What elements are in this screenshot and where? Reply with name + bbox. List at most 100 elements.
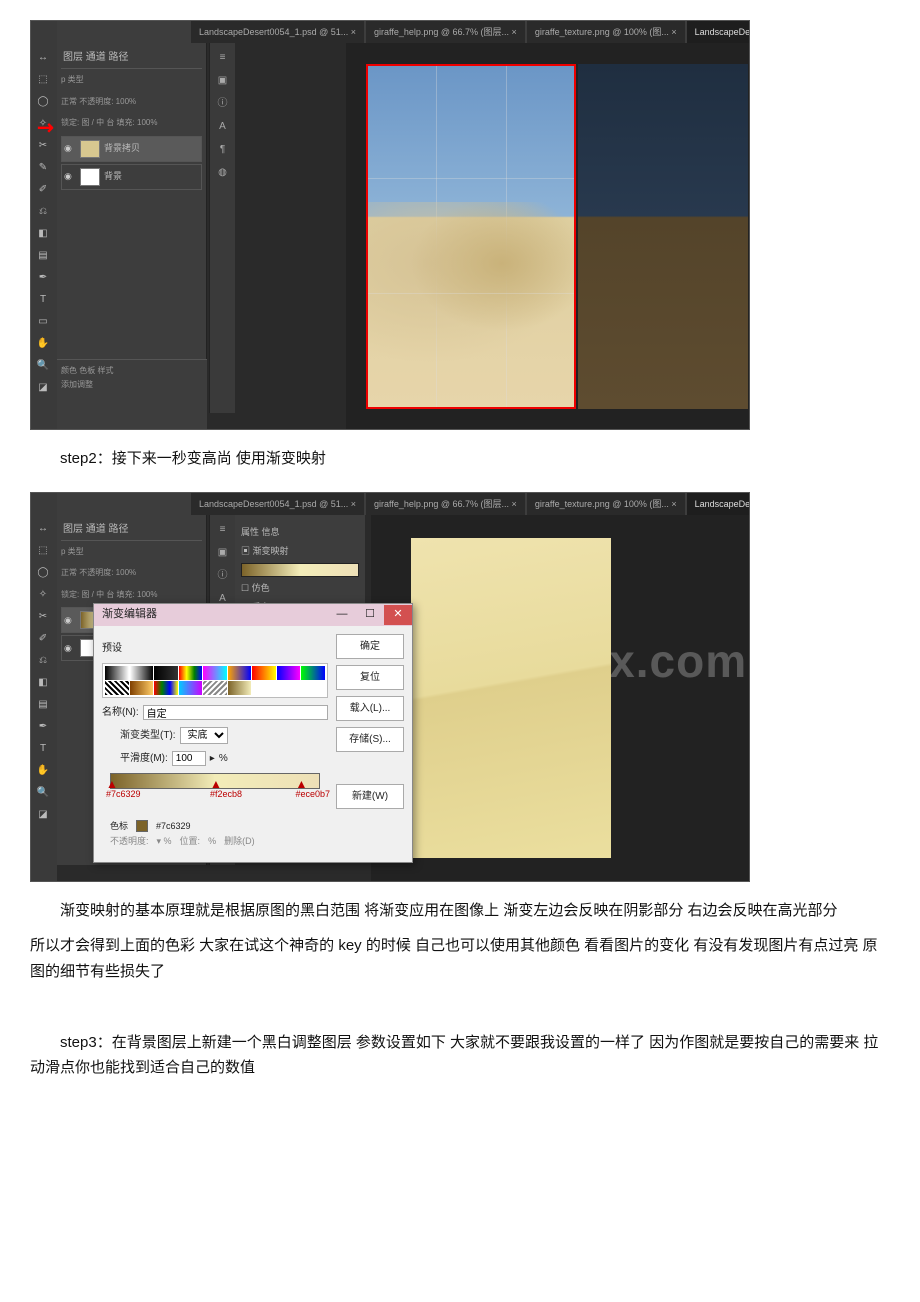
gradient-editor-dialog: 渐变编辑器 — ☐ ✕ 预设 xyxy=(93,603,413,863)
text-tool-icon[interactable]: T xyxy=(31,289,55,309)
visibility-eye-icon[interactable]: ◉ xyxy=(64,141,76,156)
marquee-tool-icon[interactable]: ⬚ xyxy=(31,69,55,89)
history-icon[interactable]: ≡ xyxy=(220,521,226,538)
eyedropper-tool-icon[interactable]: ✎ xyxy=(31,157,55,177)
pen-tool-icon[interactable]: ✒ xyxy=(31,267,55,287)
name-label: 名称(N): xyxy=(102,704,139,721)
lasso-tool-icon[interactable]: ◯ xyxy=(31,563,55,583)
gradient-bar[interactable]: ▲#7c6329 ▲#f2ecb8 ▲#ece0b7 xyxy=(110,773,320,789)
properties-type: ▣ 渐变映射 xyxy=(241,544,359,559)
move-tool-icon[interactable]: ↔ xyxy=(31,47,55,67)
marquee-tool-icon[interactable]: ⬚ xyxy=(31,541,55,561)
desert-photo xyxy=(368,202,574,407)
dialog-title: 渐变编辑器 xyxy=(102,605,157,624)
color-stop-label: 色标 xyxy=(110,819,128,834)
gradient-stop-right[interactable]: ▲#ece0b7 xyxy=(295,781,330,802)
swatch-tool-icon[interactable]: ◪ xyxy=(31,377,55,397)
brush-tool-icon[interactable]: ✐ xyxy=(31,179,55,199)
move-tool-icon[interactable]: ↔ xyxy=(31,519,55,539)
swatch-tool-icon[interactable]: ◪ xyxy=(31,805,55,825)
gradient-name-input[interactable] xyxy=(143,705,328,720)
bottom-panels: 颜色 色板 样式 添加调整 xyxy=(57,359,207,429)
layer-row-bg[interactable]: ◉ 背景 xyxy=(61,164,202,190)
gradient-tool-icon[interactable]: ▤ xyxy=(31,695,55,715)
eraser-tool-icon[interactable]: ◧ xyxy=(31,673,55,693)
properties-title: 属性 信息 xyxy=(241,525,359,540)
char-icon[interactable]: A xyxy=(219,118,226,135)
para-icon[interactable]: ¶ xyxy=(220,141,225,158)
gradient-tool-icon[interactable]: ▤ xyxy=(31,245,55,265)
close-icon[interactable]: ✕ xyxy=(384,605,412,625)
info-icon[interactable]: ⓘ xyxy=(218,95,228,112)
doc-tab[interactable]: LandscapeDesert0054_1.psd @ 51... × xyxy=(191,21,364,43)
gradient-stop-left[interactable]: ▲#7c6329 xyxy=(106,781,141,802)
gradient-stop-mid[interactable]: ▲#f2ecb8 xyxy=(210,781,242,802)
lasso-tool-icon[interactable]: ◯ xyxy=(31,91,55,111)
visibility-eye-icon[interactable]: ◉ xyxy=(64,613,76,628)
delete-stop-button[interactable]: 删除(D) xyxy=(224,834,255,849)
actions-icon[interactable]: ▣ xyxy=(218,544,227,561)
visibility-eye-icon[interactable]: ◉ xyxy=(64,169,76,184)
new-button[interactable]: 新建(W) xyxy=(336,784,404,809)
paragraph-gradient-explain-2: 所以才会得到上面的色彩 大家在试这个神奇的 key 的时候 自己也可以使用其他颜… xyxy=(30,933,890,984)
hand-tool-icon[interactable]: ✋ xyxy=(31,761,55,781)
maximize-icon[interactable]: ☐ xyxy=(356,605,384,625)
dither-checkbox[interactable]: ☐ 仿色 xyxy=(241,581,359,596)
opacity-label: 不透明度: xyxy=(110,834,149,849)
info-icon[interactable]: ⓘ xyxy=(218,567,228,584)
collapsed-panels: ≡ ▣ ⓘ A ¶ ◍ xyxy=(209,43,235,413)
doc-tab-active[interactable]: LandscapeDesert0054_1.jpg @ 25% (渐变 xyxy=(687,493,749,515)
doc-tab-active[interactable]: LandscapeDesert0054_1.jpg @ 25% (最终预览, R… xyxy=(687,21,749,43)
layer-filter-row[interactable]: p 类型 xyxy=(61,69,202,91)
reset-button[interactable]: 复位 xyxy=(336,665,404,690)
text-tool-icon[interactable]: T xyxy=(31,739,55,759)
hand-tool-icon[interactable]: ✋ xyxy=(31,333,55,353)
styles-icon[interactable]: ◍ xyxy=(218,164,227,181)
gradient-type-select[interactable]: 实底 xyxy=(180,727,228,744)
brush-tool-icon[interactable]: ✐ xyxy=(31,629,55,649)
save-button[interactable]: 存储(S)... xyxy=(336,727,404,752)
actions-icon[interactable]: ▣ xyxy=(218,72,227,89)
doc-tab[interactable]: LandscapeDesert0054_1.psd @ 51... × xyxy=(191,493,364,515)
layer-lock-row[interactable]: 锁定: 图 / 中 台 填充: 100% xyxy=(61,112,202,134)
load-button[interactable]: 载入(L)... xyxy=(336,696,404,721)
wand-tool-icon[interactable]: ✧ xyxy=(31,585,55,605)
minimize-icon[interactable]: — xyxy=(328,605,356,625)
doc-tab[interactable]: giraffe_help.png @ 66.7% (图层... × xyxy=(366,21,525,43)
gradient-preview[interactable] xyxy=(241,563,359,577)
zoom-tool-icon[interactable]: 🔍 xyxy=(31,355,55,375)
doc-tab[interactable]: giraffe_texture.png @ 100% (图... × xyxy=(527,493,685,515)
paragraph-gradient-explain-1: 渐变映射的基本原理就是根据原图的黑白范围 将渐变应用在图像上 渐变左边会反映在阴… xyxy=(30,898,890,924)
smooth-unit: % xyxy=(219,750,228,767)
path-tool-icon[interactable]: ▭ xyxy=(31,311,55,331)
layers-panel: 图层 通道 路径 p 类型 正常 不透明度: 100% 锁定: 图 / 中 台 … xyxy=(57,43,207,413)
doc-tab[interactable]: giraffe_texture.png @ 100% (图... × xyxy=(527,21,685,43)
history-icon[interactable]: ≡ xyxy=(220,49,226,66)
stamp-tool-icon[interactable]: ⎌ xyxy=(31,651,55,671)
tools-palette: ↔ ⬚ ◯ ✧ ✂ ✐ ⎌ ◧ ▤ ✒ T ✋ 🔍 ◪ xyxy=(31,493,57,881)
layer-name: 背景拷贝 xyxy=(104,141,140,156)
color-swatch[interactable] xyxy=(136,820,148,832)
eraser-tool-icon[interactable]: ◧ xyxy=(31,223,55,243)
pen-tool-icon[interactable]: ✒ xyxy=(31,717,55,737)
layer-filter-row[interactable]: p 类型 xyxy=(61,541,202,563)
figure-step2-gradient: LandscapeDesert0054_1.psd @ 51... × gira… xyxy=(30,492,890,882)
layer-row-bg-copy[interactable]: ◉ 背景拷贝 xyxy=(61,136,202,162)
doc-tab[interactable]: giraffe_help.png @ 66.7% (图层... × xyxy=(366,493,525,515)
layer-blend-row[interactable]: 正常 不透明度: 100% xyxy=(61,562,202,584)
dialog-titlebar[interactable]: 渐变编辑器 — ☐ ✕ xyxy=(94,604,412,626)
layer-thumb xyxy=(80,140,100,158)
step2-text: step2：接下来一秒变高尚 使用渐变映射 xyxy=(30,446,890,472)
crop-selection-canvas[interactable] xyxy=(366,64,576,409)
crop-tool-icon[interactable]: ✂ xyxy=(31,607,55,627)
layers-panel-title: 图层 通道 路径 xyxy=(61,519,202,541)
stamp-tool-icon[interactable]: ⎌ xyxy=(31,201,55,221)
layer-blend-row[interactable]: 正常 不透明度: 100% xyxy=(61,91,202,113)
zoom-tool-icon[interactable]: 🔍 xyxy=(31,783,55,803)
document-tabs: LandscapeDesert0054_1.psd @ 51... × gira… xyxy=(31,21,749,43)
visibility-eye-icon[interactable]: ◉ xyxy=(64,641,76,656)
gradient-presets[interactable] xyxy=(102,663,328,698)
smooth-label: 平滑度(M): xyxy=(120,750,168,767)
ok-button[interactable]: 确定 xyxy=(336,634,404,659)
smoothness-input[interactable] xyxy=(172,751,206,766)
